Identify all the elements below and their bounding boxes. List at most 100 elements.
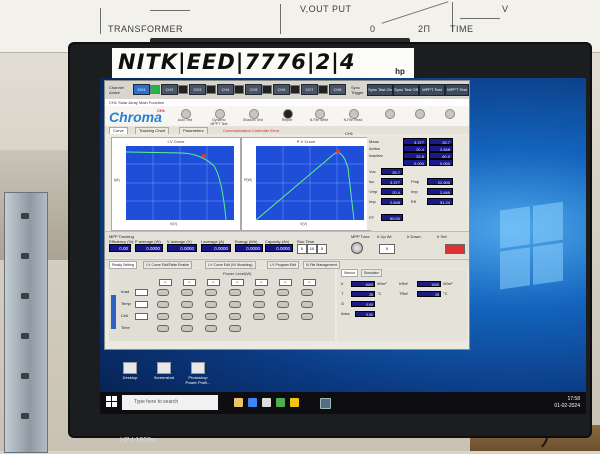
channel-toggle-7[interactable] bbox=[318, 85, 328, 94]
tab-simulator[interactable]: Simulator bbox=[361, 269, 382, 277]
tab-curve[interactable]: Curve bbox=[109, 127, 128, 134]
sync-test-off-button[interactable]: Sync Test Off bbox=[393, 84, 419, 96]
iv-chart-panel: I-V Curve V(V) I(A) bbox=[111, 137, 241, 231]
channel-button-3[interactable]: CH3 bbox=[189, 84, 206, 95]
store-icon[interactable] bbox=[262, 398, 271, 407]
grid-col-cell[interactable]: L bbox=[303, 279, 316, 286]
grid-col-cell[interactable]: L bbox=[279, 279, 292, 286]
app-icon[interactable] bbox=[276, 398, 285, 407]
grid-col-cell[interactable]: L bbox=[159, 279, 172, 286]
channel-button-4[interactable]: CH4 bbox=[217, 84, 234, 95]
sensor-unit: °C bbox=[443, 291, 448, 296]
grid-toggle[interactable] bbox=[301, 301, 313, 308]
grid-cell[interactable] bbox=[135, 301, 148, 308]
grid-toggle[interactable] bbox=[157, 313, 169, 320]
poster-two-pi: 2Π bbox=[418, 24, 431, 34]
channel-button-2[interactable]: CH2 bbox=[161, 84, 178, 95]
channel-button-1[interactable]: CH1 bbox=[133, 84, 150, 95]
mppt-test-off-button[interactable]: MPPT Test Off bbox=[445, 84, 469, 102]
ir-up-value[interactable]: 0 bbox=[379, 244, 395, 254]
grid-toggle[interactable] bbox=[157, 325, 169, 332]
desktop-icon-desktop[interactable]: Desktop bbox=[114, 362, 146, 380]
ir-set-toggle[interactable] bbox=[445, 244, 465, 254]
sensor-value: 0.00 bbox=[351, 301, 375, 307]
desktop-icon-photoshop[interactable]: Photoshop Power Profil... bbox=[182, 362, 214, 385]
runtime-h[interactable]: 0 bbox=[297, 244, 307, 254]
grid-toggle[interactable] bbox=[157, 289, 169, 296]
grid-toggle[interactable] bbox=[157, 301, 169, 308]
i-average-value: 0.0000 bbox=[201, 244, 231, 252]
grid-col-cell[interactable]: L bbox=[255, 279, 268, 286]
channel-button-8[interactable]: CH8 bbox=[329, 84, 346, 95]
grid-toggle[interactable] bbox=[253, 289, 265, 296]
grid-row-label: Temp bbox=[121, 301, 131, 306]
grid-col-cell[interactable]: L bbox=[207, 279, 220, 286]
tab-iv-edit-modeling[interactable]: I-V Curve Edit (I/V Modeling) bbox=[205, 261, 256, 269]
grid-toggle[interactable] bbox=[229, 325, 241, 332]
grid-toggle[interactable] bbox=[181, 313, 193, 320]
sync-test-on-button[interactable]: Sync Test On bbox=[367, 84, 393, 96]
chroma-app-taskbar-icon[interactable] bbox=[320, 398, 331, 409]
tab-iv-edit-table[interactable]: I-V Curve Edit/Table Enable bbox=[143, 261, 192, 269]
grid-toggle[interactable] bbox=[229, 289, 241, 296]
sensor-value: 1000 bbox=[351, 281, 375, 287]
channel-button-6[interactable]: CH6 bbox=[273, 84, 290, 95]
grid-col-cell[interactable]: L bbox=[183, 279, 196, 286]
tab-ready-setting[interactable]: Ready Setting bbox=[109, 261, 137, 269]
taskbar-search-input[interactable]: Type here to search bbox=[122, 395, 218, 410]
tool-icon[interactable] bbox=[385, 109, 395, 119]
edge-icon[interactable] bbox=[248, 398, 257, 407]
ff-value: 60.00 bbox=[381, 214, 403, 221]
channel-toggle-2[interactable] bbox=[178, 85, 188, 94]
channel-toggle-6[interactable] bbox=[290, 85, 300, 94]
tool-icon[interactable] bbox=[445, 109, 455, 119]
grid-toggle[interactable] bbox=[181, 301, 193, 308]
grid-toggle[interactable] bbox=[253, 301, 265, 308]
grid-toggle[interactable] bbox=[301, 313, 313, 320]
poster-vout: V,OUT PUT bbox=[300, 4, 352, 14]
iv-mpp-marker bbox=[202, 154, 206, 158]
tab-sensor[interactable]: Sensor bbox=[341, 269, 359, 277]
tab-iv-program-edit[interactable]: I-V Program Edit bbox=[267, 261, 299, 269]
mppt-tune-knob[interactable] bbox=[351, 242, 363, 254]
tool-label: Shadow Test bbox=[243, 118, 263, 122]
runtime-s[interactable]: 0 bbox=[317, 244, 327, 254]
grid-toggle[interactable] bbox=[205, 313, 217, 320]
grid-toggle[interactable] bbox=[229, 313, 241, 320]
folder-icon[interactable] bbox=[290, 398, 299, 407]
windows-start-icon[interactable] bbox=[106, 396, 118, 408]
channel-button-5[interactable]: CH5 bbox=[245, 84, 262, 95]
grid-col-cell[interactable]: L bbox=[231, 279, 244, 286]
tool-icon[interactable] bbox=[415, 109, 425, 119]
power-level-label: Power Level(W) bbox=[223, 271, 252, 276]
mppt-test-on-button[interactable]: MPPT Test On bbox=[419, 84, 445, 102]
channel-toggle-4[interactable] bbox=[234, 85, 244, 94]
grid-toggle[interactable] bbox=[277, 289, 289, 296]
grid-toggle[interactable] bbox=[205, 325, 217, 332]
grid-cell[interactable] bbox=[135, 313, 148, 320]
grid-toggle[interactable] bbox=[229, 301, 241, 308]
tab-tracking-chart[interactable]: Tracking Chart bbox=[135, 127, 170, 134]
desktop-icon-screenshot[interactable]: Screenshot bbox=[148, 362, 180, 380]
grid-toggle[interactable] bbox=[277, 313, 289, 320]
file-explorer-icon[interactable] bbox=[234, 398, 243, 407]
tab-nfile-management[interactable]: N-File Management bbox=[303, 261, 340, 269]
channel-toggle-3[interactable] bbox=[206, 85, 216, 94]
channel-toggle-5[interactable] bbox=[262, 85, 272, 94]
tab-parameters[interactable]: Parameters bbox=[179, 127, 208, 134]
channel-button-7[interactable]: CH7 bbox=[301, 84, 318, 95]
channel-toggle-1[interactable] bbox=[150, 85, 160, 94]
grid-toggle[interactable] bbox=[277, 301, 289, 308]
capacity-value: 0.0000 bbox=[265, 244, 293, 252]
grid-cell[interactable] bbox=[135, 289, 148, 296]
power-grid-panel: Irrad Temp Cell Time L L L L L L L bbox=[109, 269, 335, 341]
table-cell: 2.848 bbox=[429, 145, 453, 152]
grid-toggle[interactable] bbox=[205, 301, 217, 308]
chart-channel-menu[interactable]: CH1 bbox=[345, 131, 353, 136]
grid-toggle[interactable] bbox=[181, 325, 193, 332]
grid-toggle[interactable] bbox=[301, 289, 313, 296]
grid-toggle[interactable] bbox=[253, 313, 265, 320]
grid-toggle[interactable] bbox=[181, 289, 193, 296]
runtime-m[interactable]: 10 bbox=[307, 244, 317, 254]
grid-toggle[interactable] bbox=[205, 289, 217, 296]
